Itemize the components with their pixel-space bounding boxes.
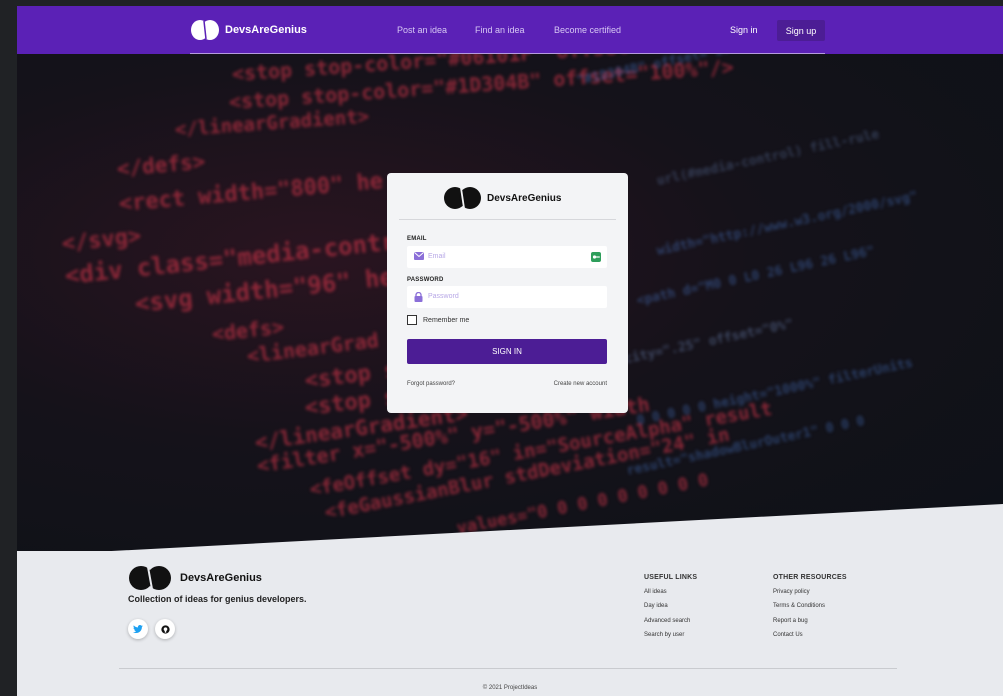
code-line: acity=".25" offset="0%" (615, 316, 795, 369)
footer-link-all-ideas[interactable]: All ideas (644, 589, 667, 595)
footer-link-contact-us[interactable]: Contact Us (773, 632, 803, 638)
code-line: url(#media-control) fill-rule (655, 126, 881, 189)
login-card: DevsAreGenius EMAIL Email PASSWORD Passw… (387, 173, 628, 413)
nav-sign-in-link[interactable]: Sign in (730, 25, 758, 35)
password-label: PASSWORD (407, 277, 444, 283)
password-placeholder: Password (428, 293, 459, 300)
nav-link-become-certified[interactable]: Become certified (554, 25, 621, 35)
code-line: width="http://www.w3.org/2000/svg" (655, 188, 919, 259)
card-brand: DevsAreGenius (443, 187, 561, 209)
lock-icon (414, 292, 423, 302)
code-line: </svg> (60, 223, 143, 257)
footer-link-report-bug[interactable]: Report a bug (773, 618, 808, 624)
remember-me[interactable]: Remember me (407, 315, 469, 325)
navbar: DevsAreGenius Post an idea Find an idea … (17, 6, 1003, 54)
sign-in-button[interactable]: SIGN IN (407, 339, 607, 364)
twitter-button[interactable] (128, 619, 148, 639)
email-field[interactable]: Email (407, 246, 607, 268)
envelope-icon (414, 252, 424, 260)
logo-icon (444, 187, 481, 209)
sign-up-button[interactable]: Sign up (777, 20, 825, 41)
logo-icon (191, 20, 219, 40)
card-divider (399, 219, 616, 220)
footer-link-advanced-search[interactable]: Advanced search (644, 618, 690, 624)
email-label: EMAIL (407, 236, 427, 242)
app-frame: DevsAreGenius Post an idea Find an idea … (17, 6, 1003, 696)
footer-brand-name: DevsAreGenius (180, 572, 262, 584)
create-account-link[interactable]: Create new account (554, 381, 607, 387)
logo-icon (129, 566, 171, 590)
autofill-key-icon[interactable] (591, 252, 601, 262)
nav-link-post-idea[interactable]: Post an idea (397, 25, 447, 35)
footer-link-day-idea[interactable]: Day idea (644, 603, 668, 609)
useful-links-heading: USEFUL LINKS (644, 574, 698, 581)
github-icon (160, 624, 170, 634)
github-button[interactable] (155, 619, 175, 639)
forgot-password-link[interactable]: Forgot password? (407, 381, 455, 387)
other-resources-heading: OTHER RESOURCES (773, 574, 847, 581)
footer-divider (119, 668, 897, 669)
card-brand-name: DevsAreGenius (487, 192, 562, 204)
copyright: © 2021 ProjectIdeas (482, 685, 538, 691)
footer: DevsAreGenius Collection of ideas for ge… (17, 551, 1003, 696)
code-line: </defs> (115, 149, 207, 181)
footer-link-terms[interactable]: Terms & Conditions (773, 603, 825, 609)
brand-name: DevsAreGenius (225, 24, 307, 36)
email-placeholder: Email (428, 253, 446, 260)
twitter-icon (133, 625, 143, 633)
footer-brand: DevsAreGenius (128, 566, 262, 590)
navbar-brand[interactable]: DevsAreGenius (190, 20, 307, 40)
password-field[interactable]: Password (407, 286, 607, 308)
footer-slant (17, 504, 1003, 554)
footer-link-search-by-user[interactable]: Search by user (644, 632, 684, 638)
footer-link-privacy-policy[interactable]: Privacy policy (773, 589, 810, 595)
remember-me-checkbox[interactable] (407, 315, 417, 325)
footer-tagline: Collection of ideas for genius developer… (128, 594, 307, 604)
nav-link-find-idea[interactable]: Find an idea (475, 25, 525, 35)
remember-me-label: Remember me (423, 316, 470, 324)
code-line: 0 0 0 0 0 height="1000%" filterUnits (635, 355, 915, 429)
